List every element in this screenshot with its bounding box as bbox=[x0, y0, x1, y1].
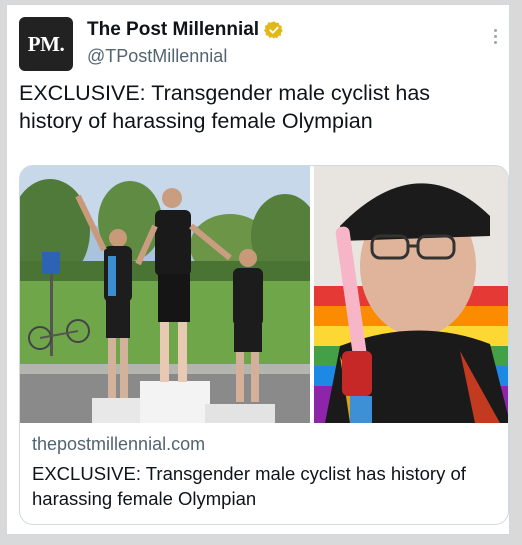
link-preview-card[interactable]: thepostmillennial.com EXCLUSIVE: Transge… bbox=[19, 165, 509, 525]
handle[interactable]: @TPostMillennial bbox=[87, 46, 227, 67]
link-domain[interactable]: thepostmillennial.com bbox=[32, 433, 498, 455]
tweet-text: EXCLUSIVE: Transgender male cyclist has … bbox=[19, 81, 431, 133]
more-options-icon[interactable] bbox=[493, 29, 497, 44]
display-name[interactable]: The Post Millennial bbox=[87, 19, 259, 41]
link-info[interactable]: thepostmillennial.com EXCLUSIVE: Transge… bbox=[32, 433, 498, 511]
portrait-photo bbox=[314, 166, 508, 423]
verified-gold-check-icon[interactable] bbox=[264, 20, 284, 40]
avatar-logo-text: PM. bbox=[27, 31, 65, 56]
link-title[interactable]: EXCLUSIVE: Transgender male cyclist has … bbox=[32, 461, 498, 511]
podium-photo bbox=[20, 166, 319, 423]
link-preview-image[interactable] bbox=[20, 166, 508, 423]
tweet-card[interactable]: PM. The Post Millennial @TPostMillennial… bbox=[6, 4, 510, 535]
author-name-row: The Post Millennial bbox=[87, 19, 284, 41]
avatar[interactable]: PM. bbox=[19, 17, 73, 71]
